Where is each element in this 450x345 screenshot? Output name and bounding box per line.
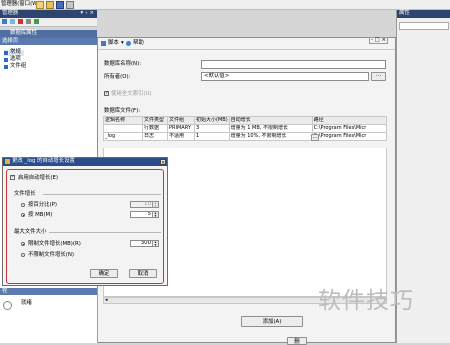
fulltext-label: 使用全文索引(U) [111, 91, 152, 97]
database-files-grid: 逻辑名称 文件类型 文件组 初始大小(MB) 自动增长 路径 行数据 PRIMA… [103, 116, 388, 141]
growth-mb-radio[interactable] [21, 213, 25, 217]
script-button[interactable]: 脚本 [108, 40, 119, 46]
page-icon [4, 58, 8, 62]
explorer-toolbar [0, 18, 97, 27]
save-icon[interactable] [56, 1, 64, 9]
column-logical-name[interactable]: 逻辑名称 [103, 116, 143, 125]
mb-stepper[interactable]: ▴ ▾ [152, 212, 158, 217]
database-properties-header: 数据库属性 [0, 30, 97, 38]
owner-browse-button[interactable]: ... [371, 72, 386, 81]
print-icon[interactable] [66, 1, 74, 9]
growth-mb-label: 按 MB(M) [28, 212, 53, 218]
properties-titlebar: 属性 [397, 10, 450, 18]
watermark-text: 软件技巧 [318, 288, 414, 314]
growth-mb-input[interactable]: 5 ▴ ▾ [130, 211, 159, 218]
enable-autogrowth-checkbox[interactable]: ✓ [10, 175, 15, 180]
limit-stepper[interactable]: ▴ ▾ [152, 241, 158, 246]
growth-percent-label: 按百分比(P) [28, 202, 58, 208]
new-icon[interactable] [36, 1, 44, 9]
toolbar-icons [36, 1, 96, 9]
stop-icon[interactable] [18, 19, 23, 24]
filter-icon[interactable] [26, 19, 31, 24]
unlimited-growth-radio[interactable] [21, 253, 25, 257]
percent-stepper[interactable]: ▴ ▾ [152, 202, 158, 207]
table-row[interactable]: 行数据 PRIMARY 3 增量为 1 MB, 不限制增长 C:\Program… [103, 124, 388, 133]
close-icon[interactable]: × [160, 159, 166, 166]
autogrowth-titlebar: 更改 _log 的自动增长设置 × [3, 158, 167, 166]
page-list-header: 选择页 [0, 38, 97, 45]
growth-percent-input[interactable]: 10 ▴ ▾ [130, 201, 159, 208]
dialog-toolbar: 脚本 ▾ 帮助 [98, 38, 395, 50]
max-size-heading: 最大文件大小 [14, 229, 47, 235]
script-dropdown-icon[interactable]: ▾ [121, 40, 124, 46]
column-autogrowth[interactable]: 自动增长 [228, 116, 313, 125]
unlimited-growth-label: 不限制文件增长(N) [28, 252, 74, 258]
growth-percent-radio[interactable] [21, 203, 25, 207]
add-button[interactable]: 添加(A) [241, 316, 303, 327]
database-name-input[interactable] [201, 60, 386, 69]
file-growth-heading: 文件增长 [14, 191, 36, 197]
dialog-window-controls[interactable]: - □ × [369, 37, 388, 45]
refresh-icon[interactable] [34, 19, 39, 24]
limit-growth-input[interactable]: 300 ▴ ▾ [130, 240, 159, 247]
fulltext-checkbox[interactable]: ✓ [104, 91, 109, 96]
connect-icon[interactable] [2, 19, 7, 24]
page-item-filegroups[interactable]: 文件组 [4, 63, 26, 70]
status-ring-icon [3, 301, 12, 310]
enable-autogrowth-label: 启用自动增长(E) [18, 175, 58, 181]
database-name-label: 数据库名称(N): [104, 61, 142, 67]
column-initial-size[interactable]: 初始大小(MB) [194, 116, 230, 125]
autogrowth-highlight-frame [6, 169, 164, 284]
limit-growth-label: 限制文件增长(MB)(R) [28, 241, 81, 247]
column-path[interactable]: 路径 [311, 116, 388, 125]
divider [49, 232, 161, 233]
disconnect-icon[interactable] [10, 19, 15, 24]
help-icon [126, 41, 131, 46]
divider [43, 194, 161, 195]
owner-input[interactable]: <默认值> [201, 72, 369, 81]
script-icon [101, 41, 106, 46]
owner-label: 所有者(O): [104, 74, 131, 80]
database-files-label: 数据库文件(F): [104, 108, 141, 114]
scroll-left-icon[interactable]: ◂ [105, 298, 108, 303]
progress-header: 程 [0, 288, 97, 295]
limit-growth-radio[interactable] [21, 242, 25, 246]
cancel-button[interactable]: 取消 [129, 269, 157, 278]
explorer-titlebar: 管理器 ▾ ₊ × [0, 10, 97, 18]
status-text: 就绪 [21, 300, 32, 306]
explorer-close-icon[interactable]: ▾ ₊ × [81, 10, 95, 16]
ellipsis-icon: ... [375, 72, 382, 78]
table-row[interactable]: _log 日志 不适用 1 增量为 10%, 不限制增长 C:\Program … [103, 132, 388, 141]
help-button[interactable]: 帮助 [133, 40, 144, 46]
autogrowth-dialog: 更改 _log 的自动增长设置 × ✓ 启用自动增长(E) 文件增长 按百分比(… [2, 157, 168, 286]
explorer-title: 管理器 [2, 10, 19, 16]
page-icon [4, 65, 8, 69]
page-icon [4, 51, 8, 55]
remove-button[interactable]: 删 [287, 337, 307, 345]
autogrowth-title: 更改 _log 的自动增长设置 [12, 158, 75, 164]
properties-search[interactable] [399, 22, 449, 30]
progress-panel: 程 就绪 [0, 288, 98, 343]
column-filegroup[interactable]: 文件组 [167, 116, 195, 125]
database-icon [5, 159, 10, 164]
autogrowth-browse-button[interactable]: ... [311, 134, 319, 141]
ok-button[interactable]: 确定 [90, 269, 118, 278]
ellipsis-icon: ... [312, 134, 318, 140]
column-file-type[interactable]: 文件类型 [142, 116, 168, 125]
open-icon[interactable] [46, 1, 54, 9]
grid-header-row: 逻辑名称 文件类型 文件组 初始大小(MB) 自动增长 路径 [103, 116, 388, 125]
